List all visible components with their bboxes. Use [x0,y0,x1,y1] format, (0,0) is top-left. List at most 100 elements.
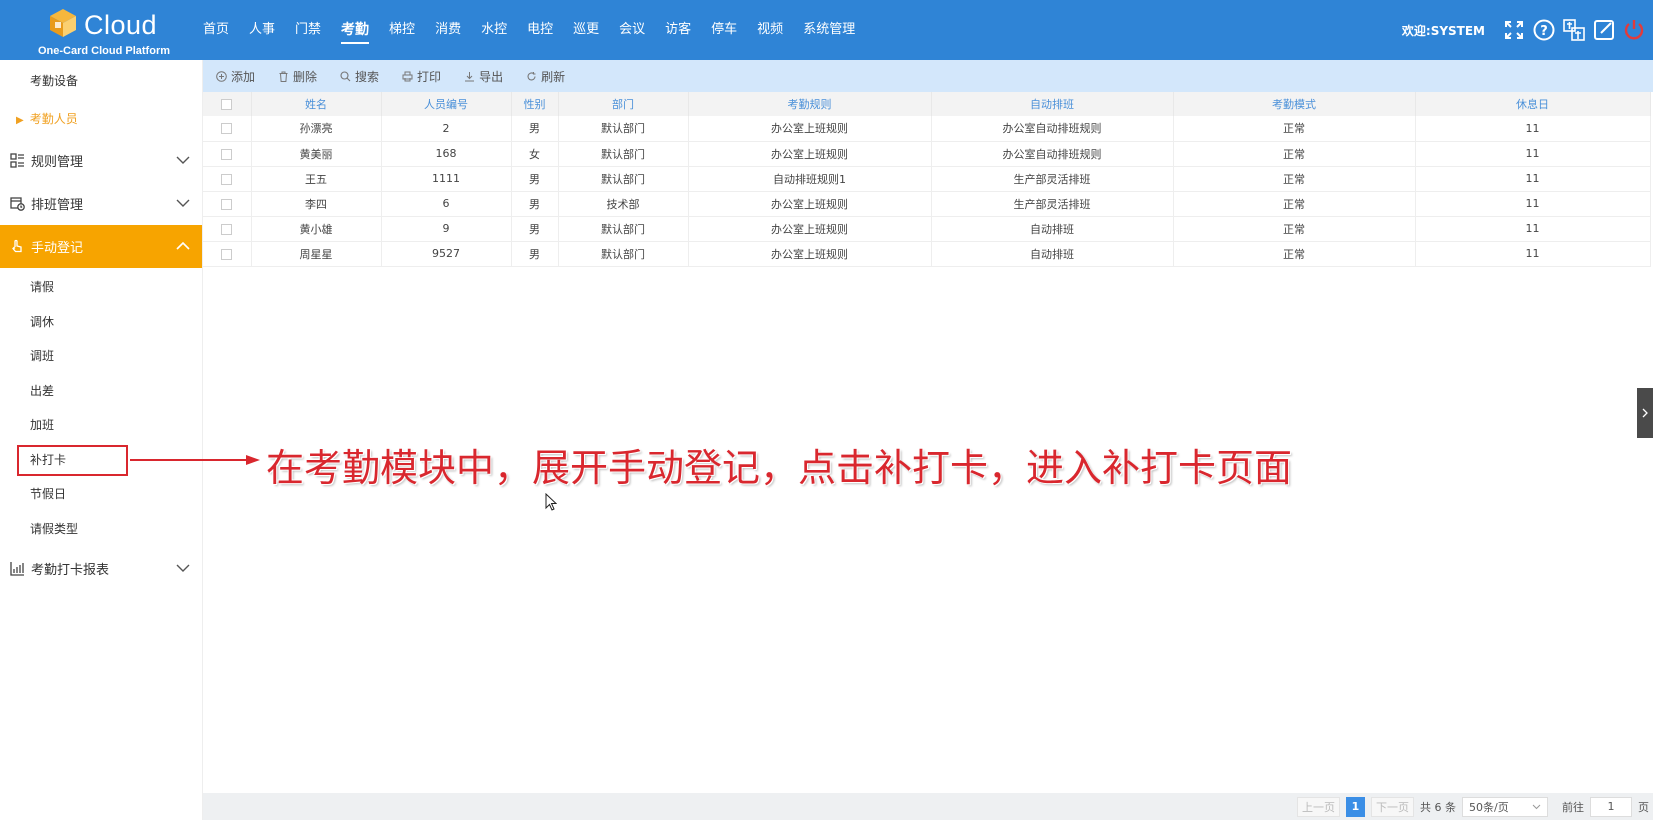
collapse-panel-tab[interactable] [1637,388,1653,438]
table-row[interactable]: 孙漂亮 2 男 默认部门 办公室上班规则 办公室自动排班规则 正常 11 [203,116,1651,142]
highlight-box [17,445,128,476]
cell-gender: 男 [511,241,559,267]
power-icon[interactable] [1623,19,1645,41]
total-count: 共 6 条 [1420,800,1456,814]
cell-gender: 男 [511,191,559,217]
table-row[interactable]: 黄美丽 168 女 默认部门 办公室上班规则 办公室自动排班规则 正常 11 [203,141,1651,167]
row-checkbox[interactable] [203,166,252,192]
row-checkbox[interactable] [203,216,252,242]
cell-dept: 默认部门 [558,216,689,242]
table-row[interactable]: 黄小雄 9 男 默认部门 办公室上班规则 自动排班 正常 11 [203,216,1651,242]
calendar-clock-icon [9,196,25,212]
fullscreen-icon[interactable] [1503,19,1525,41]
chevron-down-icon [176,564,190,572]
cell-gender: 男 [511,116,559,142]
select-all-checkbox[interactable] [203,92,252,116]
cell-rule: 办公室上班规则 [688,241,932,267]
row-checkbox[interactable] [203,116,252,142]
export-button[interactable]: 导出 [463,68,503,85]
column-header-mode[interactable]: 考勤模式 [1173,92,1416,116]
cell-rest-day: 11 [1415,191,1651,217]
sidebar-group-report[interactable]: 考勤打卡报表 [0,547,202,590]
cell-mode: 正常 [1173,116,1416,142]
nav-water[interactable]: 水控 [481,0,507,60]
prev-page-button[interactable]: 上一页 [1297,796,1340,817]
nav-personnel[interactable]: 人事 [249,0,275,60]
nav-elevator[interactable]: 梯控 [389,0,415,60]
cell-id: 6 [381,191,512,217]
column-header-gender[interactable]: 性别 [511,92,559,116]
nav-home[interactable]: 首页 [203,0,229,60]
sidebar-item-attendance-device[interactable]: 考勤设备 [0,64,202,98]
page-size-select[interactable]: 50条/页 [1462,796,1548,817]
sidebar-item-time-off[interactable]: 调休 [0,305,202,340]
language-icon[interactable] [1563,19,1585,41]
row-checkbox[interactable] [203,141,252,167]
nav-attendance[interactable]: 考勤 [341,0,370,60]
nav-system[interactable]: 系统管理 [803,0,855,60]
next-page-button[interactable]: 下一页 [1371,796,1414,817]
nav-meeting[interactable]: 会议 [619,0,645,60]
sidebar-item-shift-swap[interactable]: 调班 [0,339,202,374]
sidebar-item-leave[interactable]: 请假 [0,270,202,305]
sidebar-group-manual[interactable]: 手动登记 [0,225,202,268]
column-header-rule[interactable]: 考勤规则 [688,92,932,116]
search-button[interactable]: 搜索 [339,68,379,85]
nav-patrol[interactable]: 巡更 [573,0,599,60]
table-row[interactable]: 王五 1111 男 默认部门 自动排班规则1 生产部灵活排班 正常 11 [203,166,1651,192]
cell-gender: 女 [511,141,559,167]
chevron-right-icon [1642,408,1648,418]
help-icon[interactable]: ? [1533,19,1555,41]
print-button[interactable]: 打印 [401,68,441,85]
table-row[interactable]: 李四 6 男 技术部 办公室上班规则 生产部灵活排班 正常 11 [203,191,1651,217]
plus-circle-icon [215,70,227,82]
cell-mode: 正常 [1173,141,1416,167]
nav-power[interactable]: 电控 [527,0,553,60]
main-nav: 首页 人事 门禁 考勤 梯控 消费 水控 电控 巡更 会议 访客 停车 视频 系… [203,0,875,60]
logo-cube-icon [50,9,76,37]
column-header-rest-day[interactable]: 休息日 [1415,92,1651,116]
nav-visitor[interactable]: 访客 [665,0,691,60]
sidebar-group-label: 考勤打卡报表 [31,563,110,578]
cell-name: 黄美丽 [251,141,382,167]
sidebar-item-attendance-staff[interactable]: 考勤人员 [0,102,202,136]
add-button[interactable]: 添加 [215,68,255,85]
cell-dept: 默认部门 [558,116,689,142]
nav-access[interactable]: 门禁 [295,0,321,60]
column-header-name[interactable]: 姓名 [251,92,382,116]
trash-icon [277,70,289,82]
chevron-down-icon [176,156,190,164]
cell-mode: 正常 [1173,216,1416,242]
cell-mode: 正常 [1173,166,1416,192]
column-header-auto-shift[interactable]: 自动排班 [931,92,1174,116]
sidebar-item-business-trip[interactable]: 出差 [0,374,202,409]
cell-rule: 办公室上班规则 [688,141,932,167]
row-checkbox[interactable] [203,191,252,217]
cell-dept: 默认部门 [558,241,689,267]
row-checkbox[interactable] [203,241,252,267]
sidebar-item-overtime[interactable]: 加班 [0,408,202,443]
cell-rule: 办公室上班规则 [688,116,932,142]
logo[interactable]: Cloud One-Card Cloud Platform [0,0,203,60]
nav-parking[interactable]: 停车 [711,0,737,60]
sidebar-item-leave-type[interactable]: 请假类型 [0,512,202,547]
delete-button[interactable]: 删除 [277,68,317,85]
cell-rule: 办公室上班规则 [688,216,932,242]
edit-icon[interactable] [1593,19,1615,41]
sidebar-group-shift[interactable]: 排班管理 [0,182,202,225]
nav-video[interactable]: 视频 [757,0,783,60]
column-header-dept[interactable]: 部门 [558,92,689,116]
sidebar-item-holiday[interactable]: 节假日 [0,477,202,512]
hand-pointer-icon [9,239,25,255]
download-icon [463,70,475,82]
cell-id: 2 [381,116,512,142]
nav-consumption[interactable]: 消费 [435,0,461,60]
page-number-current[interactable]: 1 [1346,796,1365,817]
column-header-id[interactable]: 人员编号 [381,92,512,116]
goto-label: 前往 [1562,800,1584,814]
refresh-button[interactable]: 刷新 [525,68,565,85]
sidebar-group-rules[interactable]: 规则管理 [0,139,202,182]
pagination-bar: 上一页 1 下一页 共 6 条 50条/页 前往 1 页 [203,793,1653,820]
table-row[interactable]: 周星星 9527 男 默认部门 办公室上班规则 自动排班 正常 11 [203,241,1651,267]
goto-page-input[interactable]: 1 [1590,796,1632,817]
